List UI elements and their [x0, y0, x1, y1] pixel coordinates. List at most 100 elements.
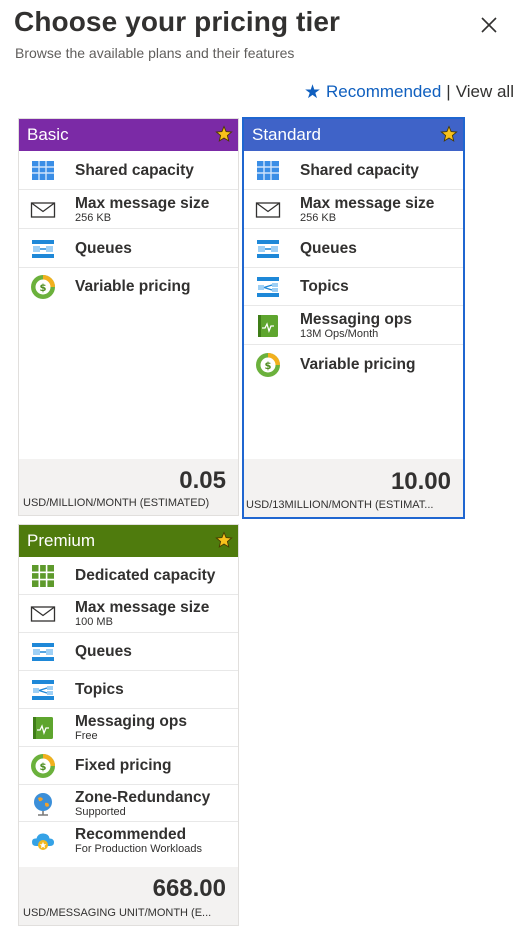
envelope-icon — [30, 601, 56, 627]
feature-text: Recommended For Production Workloads — [75, 826, 202, 855]
svg-text:$: $ — [40, 283, 47, 294]
feature-name: Queues — [300, 239, 357, 257]
feature-name: Fixed pricing — [75, 757, 172, 774]
tier-price-unit: USD/MILLION/MONTH (ESTIMATED) — [23, 497, 210, 509]
recommended-link[interactable]: ★ Recommended — [304, 82, 441, 102]
recommended-label: Recommended — [326, 82, 442, 101]
tier-card-basic[interactable]: Basic Shared capacity Max message size 256… — [18, 118, 239, 516]
tier-header-basic: Basic — [19, 119, 238, 151]
filter-separator: | — [446, 82, 451, 101]
feature-name: Shared capacity — [300, 161, 419, 179]
envelope-icon — [30, 197, 56, 223]
feature-name: Messaging ops — [300, 310, 412, 328]
tier-footer: 10.00 USD/13MILLION/MONTH (ESTIMAT... — [244, 459, 463, 517]
page-title: Choose your pricing tier — [14, 6, 340, 37]
cloud-star-icon — [30, 828, 56, 854]
pricing-icon: $ — [30, 274, 56, 300]
feature-row: Max message size 256 KB — [244, 190, 463, 229]
tier-price-unit: USD/13MILLION/MONTH (ESTIMAT... — [246, 499, 434, 511]
pricing-icon: $ — [30, 753, 56, 779]
feature-text: Queues — [75, 643, 132, 661]
feature-name: Dedicated capacity — [75, 567, 216, 584]
svg-text:$: $ — [40, 762, 47, 773]
feature-row: Shared capacity — [19, 151, 238, 190]
feature-name: Max message size — [75, 194, 210, 212]
envelope-icon — [255, 197, 281, 223]
feature-detail: 256 KB — [75, 211, 112, 224]
feature-row: Shared capacity — [244, 151, 463, 190]
feature-row: $ Fixed pricing — [19, 747, 238, 785]
tier-card-premium[interactable]: Premium Dedicated capacity Max message si… — [18, 524, 239, 926]
feature-row: $ Variable pricing — [19, 268, 238, 306]
queue-icon — [30, 236, 56, 262]
star-icon — [215, 531, 233, 548]
feature-row: Dedicated capacity — [19, 557, 238, 595]
feature-text: Max message size 100 MB — [75, 599, 209, 628]
feature-text: Queues — [300, 240, 357, 258]
feature-row: Topics — [244, 268, 463, 306]
feature-text: Zone-Redundancy Supported — [75, 789, 210, 818]
feature-text: Topics — [300, 278, 349, 296]
feature-row: Zone-Redundancy Supported — [19, 785, 238, 822]
close-icon — [481, 17, 497, 33]
feature-text: Queues — [75, 240, 132, 258]
feature-text: Shared capacity — [75, 162, 194, 180]
feature-text: Max message size 256 KB — [75, 195, 209, 224]
feature-text: Messaging ops Free — [75, 713, 187, 742]
close-button[interactable] — [476, 12, 502, 38]
tier-header-standard: Standard — [244, 119, 463, 151]
feature-name: Topics — [300, 278, 349, 295]
star-icon — [215, 125, 233, 142]
feature-name: Recommended — [75, 825, 187, 843]
feature-row: Messaging ops 13M Ops/Month — [244, 306, 463, 345]
feature-text: Shared capacity — [300, 162, 419, 180]
feature-name: Shared capacity — [75, 161, 194, 179]
feature-name: Variable pricing — [300, 355, 416, 373]
star-icon: ★ — [303, 81, 322, 103]
feature-row: $ Variable pricing — [244, 345, 463, 384]
feature-detail: 13M Ops/Month — [300, 327, 379, 340]
tier-name: Standard — [252, 125, 321, 144]
feature-detail: 100 MB — [75, 616, 113, 628]
feature-text: Max message size 256 KB — [300, 195, 434, 224]
feature-detail: 256 KB — [300, 211, 337, 224]
topics-icon — [255, 274, 281, 300]
view-all-link[interactable]: View all — [456, 82, 514, 102]
tier-name: Premium — [27, 531, 96, 550]
feature-text: Fixed pricing — [75, 757, 171, 775]
feature-row: Max message size 100 MB — [19, 595, 238, 633]
queue-icon — [30, 639, 56, 665]
feature-name: Max message size — [75, 599, 210, 616]
feature-text: Dedicated capacity — [75, 567, 215, 585]
messaging-ops-icon — [255, 313, 281, 339]
tier-price-unit: USD/MESSAGING UNIT/MONTH (E... — [23, 907, 212, 919]
feature-row: Messaging ops Free — [19, 709, 238, 747]
tier-header-premium: Premium — [19, 525, 238, 557]
feature-text: Variable pricing — [75, 278, 190, 296]
tier-price: 668.00 — [152, 875, 226, 902]
feature-detail: Free — [75, 730, 98, 742]
feature-row: Max message size 256 KB — [19, 190, 238, 229]
page-subtitle: Browse the available plans and their fea… — [15, 45, 295, 61]
feature-text: Variable pricing — [300, 356, 415, 374]
feature-name: Queues — [75, 239, 132, 257]
svg-text:$: $ — [265, 361, 272, 372]
tier-filter: ★ Recommended | View all — [304, 82, 514, 102]
tier-card-standard[interactable]: Standard Shared capacity Max message size… — [242, 117, 465, 519]
tier-price: 0.05 — [179, 467, 226, 494]
feature-detail: For Production Workloads — [75, 842, 202, 855]
shared-capacity-icon — [30, 158, 56, 184]
dedicated-capacity-icon — [30, 563, 56, 589]
shared-capacity-icon — [255, 158, 281, 184]
feature-row: Queues — [19, 229, 238, 268]
feature-name: Queues — [75, 643, 132, 660]
star-icon — [440, 125, 458, 142]
tier-price: 10.00 — [390, 468, 451, 495]
feature-row: Topics — [19, 671, 238, 709]
feature-row: Recommended For Production Workloads — [19, 822, 238, 859]
tier-footer: 668.00 USD/MESSAGING UNIT/MONTH (E... — [19, 867, 238, 925]
feature-text: Messaging ops 13M Ops/Month — [300, 311, 412, 340]
pricing-icon: $ — [255, 352, 281, 378]
feature-name: Variable pricing — [75, 278, 191, 295]
feature-name: Zone-Redundancy — [75, 788, 211, 806]
